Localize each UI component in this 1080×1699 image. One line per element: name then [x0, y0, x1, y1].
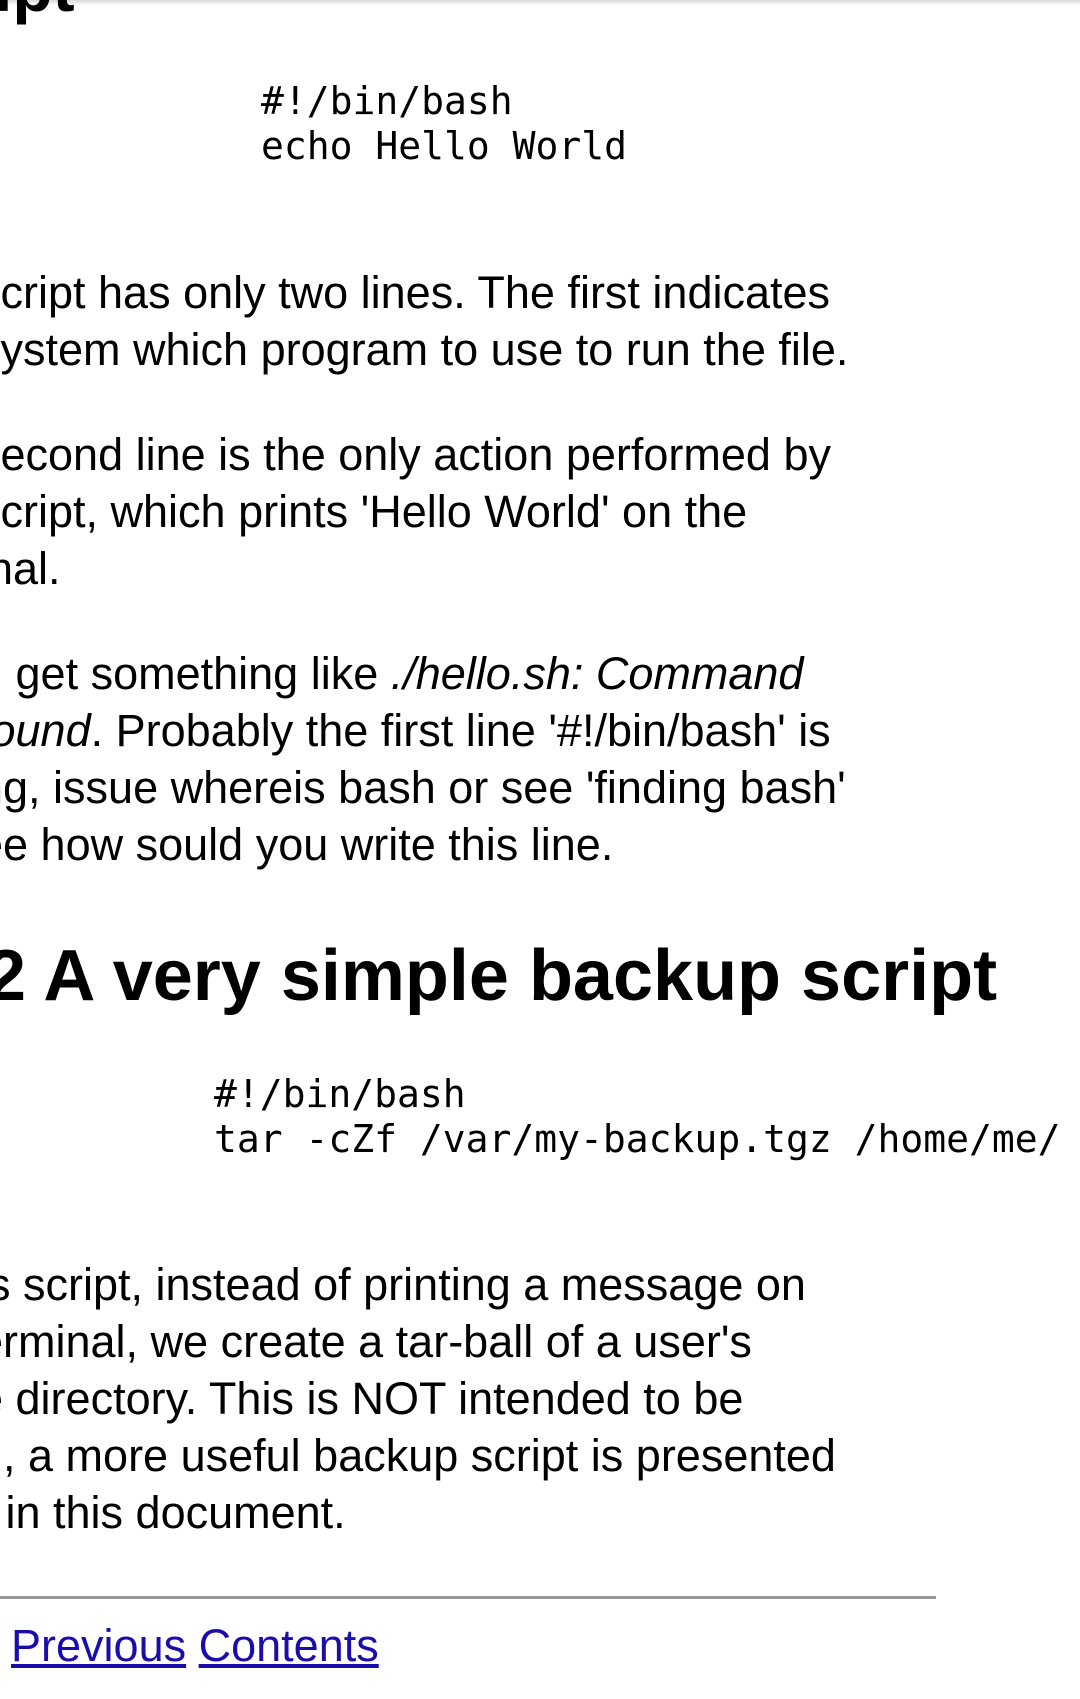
code-line: tar -cZf /var/my-backup.tgz /home/me/	[214, 1117, 1061, 1161]
italic-command-text: found	[0, 705, 91, 756]
previous-link[interactable]: Previous	[11, 1620, 186, 1671]
top-shadow	[0, 0, 1080, 5]
code-line: #!/bin/bash	[214, 1072, 466, 1116]
paragraph-line: second line is the only action performed…	[0, 429, 831, 480]
code-block: #!/bin/bash echo Hello World	[261, 79, 627, 169]
text-run: . Probably the first line '#!/bin/bash' …	[90, 705, 831, 756]
paragraph-line: found. Probably the first line '#!/bin/b…	[0, 702, 978, 759]
paragraph-line: e directory. This is NOT intended to be	[0, 1373, 744, 1424]
section-heading: 2 A very simple backup script	[0, 936, 998, 1016]
paragraph-line: ng, issue whereis bash or see 'finding b…	[0, 762, 846, 813]
paragraph: second line is the only action performed…	[0, 426, 978, 597]
paragraph-line: script has only two lines. The first ind…	[0, 267, 831, 318]
code-block: #!/bin/bash tar -cZf /var/my-backup.tgz …	[214, 1072, 1060, 1162]
horizontal-rule	[0, 1596, 936, 1599]
code-line: echo Hello World	[261, 124, 628, 168]
paragraph-line: r in this document.	[0, 1487, 346, 1538]
text-run: u get something like	[0, 648, 391, 699]
code-line: #!/bin/bash	[261, 79, 513, 123]
paragraph-line: ee how sould you write this line.	[0, 819, 614, 870]
paragraph-line: script, which prints 'Hello World' on th…	[0, 486, 748, 537]
footer-nav: t Previous Contents	[0, 1618, 379, 1674]
paragraph-line: d, a more useful backup script is presen…	[0, 1430, 836, 1481]
paragraph: script has only two lines. The first ind…	[0, 264, 978, 378]
paragraph-line: inal.	[0, 543, 61, 594]
paragraph-line: erminal, we create a tar-ball of a user'…	[0, 1316, 752, 1367]
paragraph-line: is script, instead of printing a message…	[0, 1259, 806, 1310]
paragraph: u get something like ./hello.sh: Command…	[0, 645, 978, 873]
paragraph-line: system which program to use to run the f…	[0, 324, 849, 375]
section-heading: ipt	[0, 0, 75, 28]
italic-command-text: ./hello.sh: Command	[390, 648, 804, 699]
paragraph-line: u get something like ./hello.sh: Command	[0, 645, 978, 702]
paragraph: is script, instead of printing a message…	[0, 1256, 978, 1541]
contents-link[interactable]: Contents	[199, 1620, 379, 1671]
